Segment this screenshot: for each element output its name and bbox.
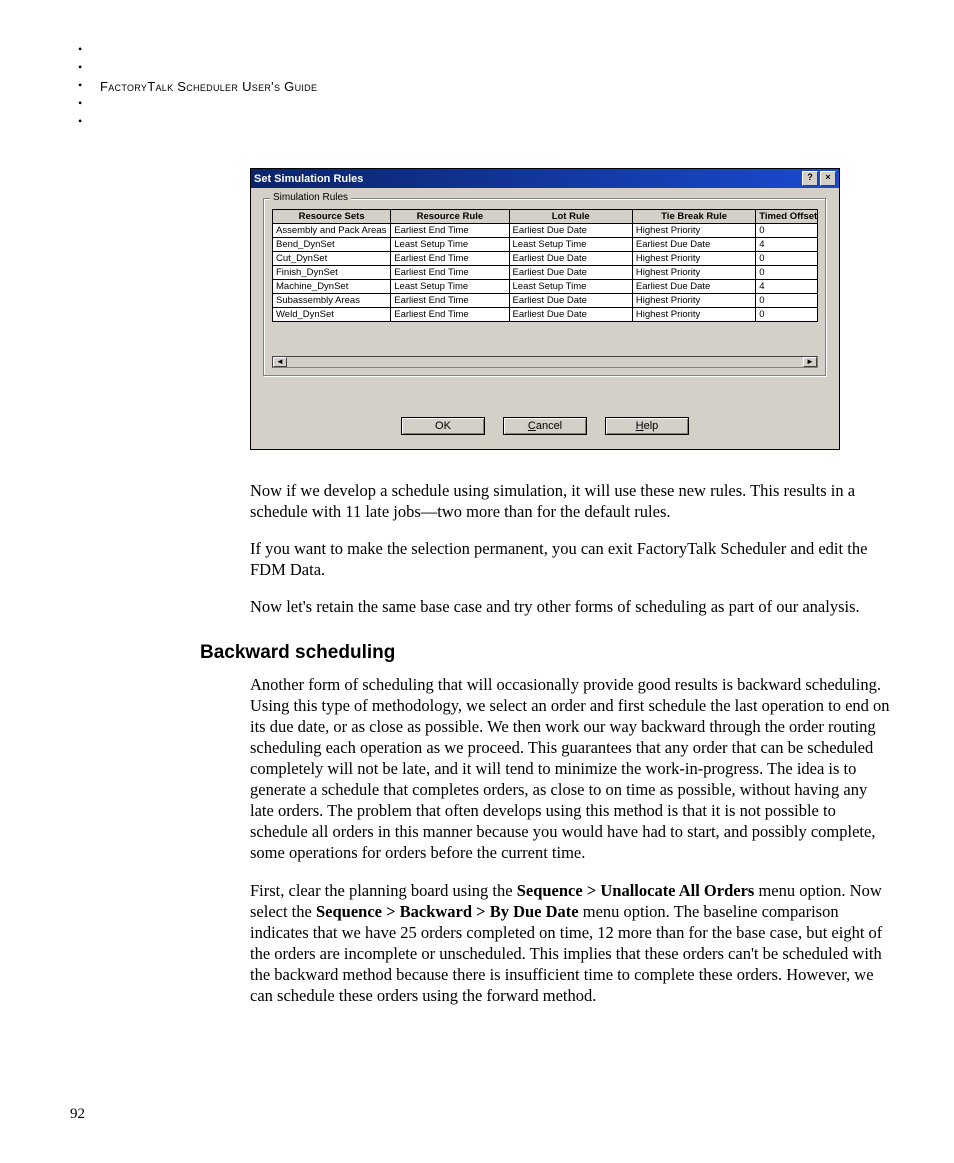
table-cell[interactable]: Least Setup Time	[391, 280, 509, 294]
table-cell[interactable]: 0	[756, 266, 818, 280]
running-header: FactoryTalk Scheduler User's Guide	[100, 79, 317, 94]
menu-path-bold: Sequence > Backward > By Due Date	[316, 902, 579, 921]
table-cell[interactable]: Bend_DynSet	[273, 238, 391, 252]
table-cell[interactable]: Highest Priority	[632, 224, 755, 238]
table-cell[interactable]: Subassembly Areas	[273, 294, 391, 308]
table-cell[interactable]: Earliest Due Date	[509, 308, 632, 322]
help-button[interactable]: Help	[605, 417, 689, 435]
table-cell[interactable]: Machine_DynSet	[273, 280, 391, 294]
col-resource-sets[interactable]: Resource Sets	[273, 210, 391, 224]
dialog-titlebar: Set Simulation Rules ? ×	[251, 169, 839, 188]
table-cell[interactable]: 4	[756, 238, 818, 252]
scroll-left-icon[interactable]: ◄	[273, 357, 287, 367]
table-cell[interactable]: 0	[756, 294, 818, 308]
table-cell[interactable]: Cut_DynSet	[273, 252, 391, 266]
table-cell[interactable]: Earliest End Time	[391, 224, 509, 238]
table-cell[interactable]: 0	[756, 224, 818, 238]
table-cell[interactable]: Earliest Due Date	[632, 238, 755, 252]
table-cell[interactable]: Highest Priority	[632, 266, 755, 280]
table-cell[interactable]: Highest Priority	[632, 252, 755, 266]
ok-button[interactable]: OK	[401, 417, 485, 435]
section-heading-backward-scheduling: Backward scheduling	[200, 642, 884, 664]
header-bullet-decor	[78, 40, 82, 130]
table-cell[interactable]: Highest Priority	[632, 294, 755, 308]
table-cell[interactable]: 4	[756, 280, 818, 294]
paragraph: If you want to make the selection perman…	[250, 538, 890, 580]
paragraph: Now if we develop a schedule using simul…	[250, 480, 890, 522]
table-row[interactable]: Subassembly AreasEarliest End TimeEarlie…	[273, 294, 818, 308]
table-cell[interactable]: Least Setup Time	[509, 238, 632, 252]
paragraph: Now let's retain the same base case and …	[250, 596, 890, 617]
table-cell[interactable]: Least Setup Time	[509, 280, 632, 294]
table-cell[interactable]: 0	[756, 252, 818, 266]
paragraph: Another form of scheduling that will occ…	[250, 674, 890, 864]
table-row[interactable]: Bend_DynSetLeast Setup TimeLeast Setup T…	[273, 238, 818, 252]
cancel-button[interactable]: Cancel	[503, 417, 587, 435]
table-cell[interactable]: Finish_DynSet	[273, 266, 391, 280]
menu-path-bold: Sequence > Unallocate All Orders	[517, 881, 755, 900]
text-run: First, clear the planning board using th…	[250, 881, 517, 900]
col-lot-rule[interactable]: Lot Rule	[509, 210, 632, 224]
dialog-title: Set Simulation Rules	[254, 173, 363, 185]
col-tie-break-rule[interactable]: Tie Break Rule	[632, 210, 755, 224]
table-row[interactable]: Weld_DynSetEarliest End TimeEarliest Due…	[273, 308, 818, 322]
table-cell[interactable]: Highest Priority	[632, 308, 755, 322]
table-cell[interactable]: 0	[756, 308, 818, 322]
groupbox-label: Simulation Rules	[270, 192, 351, 203]
table-cell[interactable]: Earliest Due Date	[509, 266, 632, 280]
table-cell[interactable]: Earliest End Time	[391, 308, 509, 322]
table-cell[interactable]: Earliest Due Date	[509, 252, 632, 266]
table-row[interactable]: Cut_DynSetEarliest End TimeEarliest Due …	[273, 252, 818, 266]
table-cell[interactable]: Earliest End Time	[391, 252, 509, 266]
table-row[interactable]: Assembly and Pack AreasEarliest End Time…	[273, 224, 818, 238]
scroll-right-icon[interactable]: ►	[803, 357, 817, 367]
table-cell[interactable]: Weld_DynSet	[273, 308, 391, 322]
table-cell[interactable]: Earliest Due Date	[632, 280, 755, 294]
simulation-rules-table[interactable]: Resource Sets Resource Rule Lot Rule Tie…	[272, 209, 818, 322]
set-simulation-rules-dialog: Set Simulation Rules ? × Simulation Rule…	[250, 168, 840, 450]
horizontal-scrollbar[interactable]: ◄ ►	[272, 356, 818, 368]
table-cell[interactable]: Earliest Due Date	[509, 294, 632, 308]
table-row[interactable]: Machine_DynSetLeast Setup TimeLeast Setu…	[273, 280, 818, 294]
table-cell[interactable]: Assembly and Pack Areas	[273, 224, 391, 238]
page-number: 92	[70, 1106, 85, 1123]
col-timed-offset[interactable]: Timed Offset	[756, 210, 818, 224]
table-cell[interactable]: Earliest End Time	[391, 294, 509, 308]
table-cell[interactable]: Earliest End Time	[391, 266, 509, 280]
close-icon[interactable]: ×	[820, 171, 836, 186]
table-cell[interactable]: Earliest Due Date	[509, 224, 632, 238]
col-resource-rule[interactable]: Resource Rule	[391, 210, 509, 224]
simulation-rules-group: Simulation Rules Resource Sets Resource …	[263, 198, 827, 377]
table-row[interactable]: Finish_DynSetEarliest End TimeEarliest D…	[273, 266, 818, 280]
help-icon[interactable]: ?	[802, 171, 818, 186]
table-cell[interactable]: Least Setup Time	[391, 238, 509, 252]
paragraph: First, clear the planning board using th…	[250, 880, 890, 1007]
